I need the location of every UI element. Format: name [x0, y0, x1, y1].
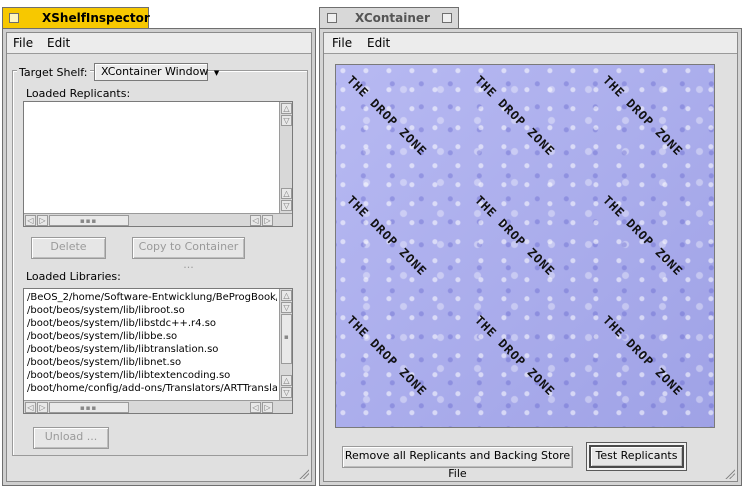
drop-zone-label: THE DROP ZONE [600, 313, 686, 399]
drop-zone-label: THE DROP ZONE [472, 193, 558, 279]
list-item[interactable]: /boot/beos/system/lib/libroot.so [27, 304, 277, 317]
test-replicants-button[interactable]: Test Replicants [589, 445, 684, 468]
target-shelf-value: XContainer Window [101, 65, 209, 78]
container-menubar: File Edit [324, 33, 737, 54]
libraries-horizontal-scrollbar[interactable]: ◁ ▷ ▪▪▪ ◁ ▷ [24, 400, 292, 413]
menu-edit[interactable]: Edit [367, 36, 390, 50]
scroll-up-icon[interactable]: △ [281, 290, 292, 301]
scroll-down-icon[interactable]: ▽ [281, 200, 292, 211]
container-title-tab[interactable]: XContainer [319, 7, 459, 29]
menu-file-label: File [13, 36, 34, 50]
grip-icon: ▪▪▪ [80, 404, 98, 412]
libraries-vertical-scrollbar[interactable]: △ ▽ ▪ △ ▽ [279, 289, 292, 401]
grip-icon: ▪ [284, 333, 290, 341]
drop-zone-label: THE DROP ZONE [600, 73, 686, 159]
menu-edit-label: Edit [47, 36, 71, 50]
scroll-left-icon[interactable]: ◁ [25, 215, 36, 226]
close-box-icon[interactable] [9, 13, 19, 23]
container-title: XContainer [355, 11, 430, 25]
loaded-replicants-label: Loaded Replicants: [26, 87, 131, 100]
drop-zone[interactable]: THE DROP ZONE THE DROP ZONE THE DROP ZON… [335, 64, 715, 428]
scroll-down-icon[interactable]: ▽ [281, 115, 292, 126]
container-content: File Edit THE DROP ZONE THE DROP ZONE TH… [323, 32, 738, 482]
remove-button-label: Remove all Replicants and Backing Store … [344, 449, 571, 480]
list-item[interactable]: /boot/home/config/add-ons/Translators/AR… [27, 382, 277, 395]
chevron-down-icon: ▼ [213, 69, 220, 77]
scroll-left-icon[interactable]: ◁ [250, 215, 261, 226]
unload-button[interactable]: Unload ... [33, 427, 109, 449]
inspector-content: File Edit Target Shelf: XContainer Windo… [6, 32, 312, 482]
resize-grip-icon[interactable] [297, 467, 309, 479]
menu-file[interactable]: File [332, 36, 352, 50]
copy-to-container-button[interactable]: Copy to Container ... [132, 237, 245, 271]
horizontal-scroll-thumb[interactable]: ▪▪▪ [49, 215, 129, 226]
close-box-icon[interactable] [327, 13, 337, 23]
horizontal-scroll-thumb[interactable]: ▪▪▪ [49, 402, 129, 413]
inspector-title: XShelfInspector [42, 11, 150, 25]
scroll-up-icon[interactable]: △ [281, 188, 292, 199]
scroll-right-icon[interactable]: ▷ [37, 215, 48, 226]
scroll-left-icon[interactable]: ◁ [25, 402, 36, 413]
drop-zone-label: THE DROP ZONE [472, 313, 558, 399]
vertical-scroll-thumb[interactable]: ▪ [281, 314, 292, 364]
loaded-libraries-label: Loaded Libraries: [26, 270, 121, 283]
delete-button-label: Delete [50, 240, 87, 253]
scroll-right-icon[interactable]: ▷ [262, 215, 273, 226]
list-item[interactable]: /boot/beos/system/lib/libtextencoding.so [27, 369, 277, 382]
drop-zone-label: THE DROP ZONE [344, 313, 430, 399]
scroll-right-icon[interactable]: ▷ [262, 402, 273, 413]
container-window: File Edit THE DROP ZONE THE DROP ZONE TH… [319, 28, 742, 486]
resize-grip-icon[interactable] [723, 467, 735, 479]
target-shelf-dropdown[interactable]: XContainer Window ▼ [94, 63, 219, 81]
unload-button-label: Unload ... [44, 430, 98, 443]
list-item[interactable]: /boot/beos/system/lib/libstdc++.r4.so [27, 317, 277, 330]
list-item[interactable]: /boot/beos/system/lib/libbe.so [27, 330, 277, 343]
test-button-label: Test Replicants [595, 449, 678, 462]
inspector-title-tab[interactable]: XShelfInspector [2, 7, 150, 29]
grip-icon: ▪▪▪ [80, 217, 98, 225]
scroll-left-icon[interactable]: ◁ [250, 402, 261, 413]
replicants-horizontal-scrollbar[interactable]: ◁ ▷ ▪▪▪ ◁ ▷ [24, 213, 292, 226]
list-item[interactable]: /boot/beos/system/lib/libtranslation.so [27, 343, 277, 356]
replicants-vertical-scrollbar[interactable]: △ ▽ △ ▽ [279, 102, 292, 214]
list-item[interactable]: /boot/beos/system/lib/libnet.so [27, 356, 277, 369]
test-replicants-button-frame: Test Replicants [586, 442, 687, 471]
drop-zone-label: THE DROP ZONE [472, 73, 558, 159]
libraries-list[interactable]: /BeOS_2/home/Software-Entwicklung/BeProg… [23, 288, 293, 414]
menu-file[interactable]: File [13, 36, 33, 50]
drop-zone-label: THE DROP ZONE [344, 73, 430, 159]
inspector-window: File Edit Target Shelf: XContainer Windo… [2, 28, 316, 486]
drop-zone-label: THE DROP ZONE [344, 193, 430, 279]
menu-edit-label: Edit [367, 36, 391, 50]
inspector-menubar: File Edit [7, 33, 311, 54]
scroll-up-icon[interactable]: △ [281, 103, 292, 114]
zoom-box-icon[interactable] [442, 13, 452, 23]
target-shelf-label: Target Shelf: [17, 66, 90, 79]
remove-replicants-button[interactable]: Remove all Replicants and Backing Store … [342, 446, 573, 480]
replicants-list[interactable]: △ ▽ △ ▽ ◁ ▷ ▪▪▪ ◁ ▷ [23, 101, 293, 227]
scroll-down-icon[interactable]: ▽ [281, 302, 292, 313]
drop-zone-label: THE DROP ZONE [600, 193, 686, 279]
delete-button[interactable]: Delete [31, 237, 106, 259]
list-item[interactable]: /BeOS_2/home/Software-Entwicklung/BeProg… [27, 291, 277, 304]
scroll-down-icon[interactable]: ▽ [281, 387, 292, 398]
menu-edit[interactable]: Edit [47, 36, 70, 50]
scroll-right-icon[interactable]: ▷ [37, 402, 48, 413]
menu-file-label: File [332, 36, 353, 50]
scroll-up-icon[interactable]: △ [281, 375, 292, 386]
